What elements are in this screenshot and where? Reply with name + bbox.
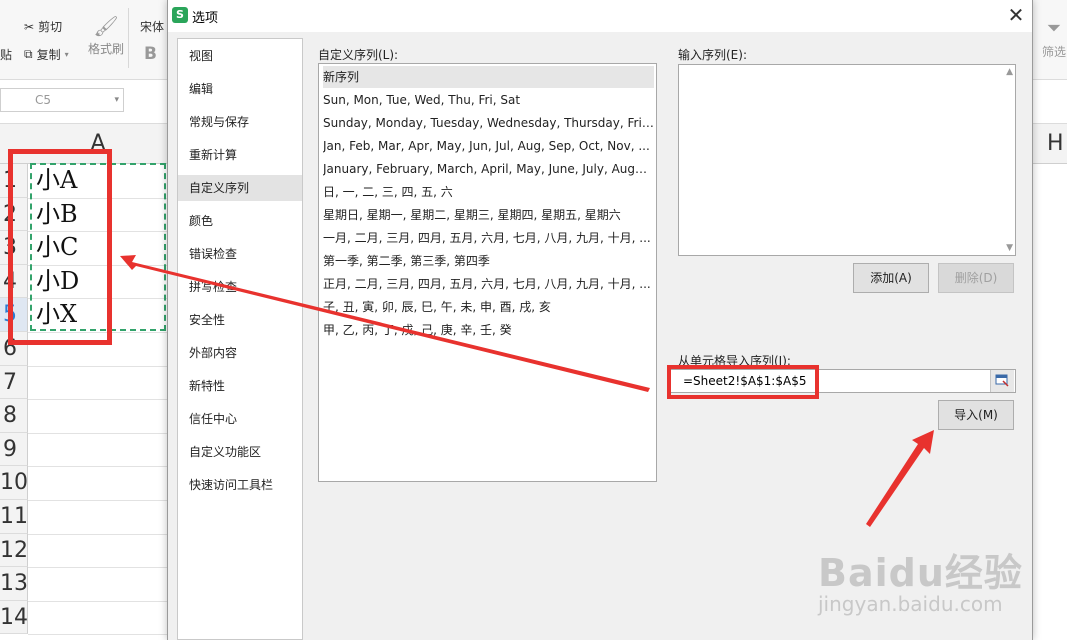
dialog-titlebar: S 选项 ✕: [168, 0, 1032, 32]
nav-item-custom-lists[interactable]: 自定义序列: [178, 175, 302, 201]
watermark-logo: Baidu经验: [818, 551, 1023, 595]
delete-button[interactable]: 删除(D): [938, 263, 1014, 293]
row-header[interactable]: 7: [0, 365, 28, 400]
dialog-title: 选项: [192, 11, 219, 26]
list-item[interactable]: 新序列: [323, 66, 654, 88]
close-icon: ✕: [1007, 3, 1025, 27]
gridline: [28, 365, 168, 367]
format-painter-label: 格式刷: [88, 42, 125, 56]
nav-item-trust-center[interactable]: 信任中心: [178, 406, 302, 432]
list-item[interactable]: 正月, 二月, 三月, 四月, 五月, 六月, 七月, 八月, 九月, 十月, …: [323, 273, 654, 295]
column-h-label: H: [1047, 131, 1064, 156]
annotation-box-cells: [8, 149, 112, 345]
cut-button[interactable]: ✂ 剪切: [24, 18, 62, 35]
bold-button[interactable]: B: [144, 44, 157, 64]
nav-item-spell-check[interactable]: 拼写检查: [178, 274, 302, 300]
list-item[interactable]: 星期日, 星期一, 星期二, 星期三, 星期四, 星期五, 星期六: [323, 204, 654, 226]
nav-item-customize-ribbon[interactable]: 自定义功能区: [178, 439, 302, 465]
copy-icon: ⧉: [24, 47, 33, 61]
gridline: [28, 500, 168, 501]
scroll-up-icon[interactable]: ▲: [1006, 67, 1013, 77]
nav-item-new-features[interactable]: 新特性: [178, 373, 302, 399]
row-header[interactable]: 9: [0, 432, 28, 467]
paste-fragment[interactable]: 贴: [0, 46, 12, 63]
gridline: [28, 600, 168, 602]
close-button[interactable]: ✕: [1004, 3, 1028, 27]
nav-item-error-check[interactable]: 错误检查: [178, 241, 302, 267]
list-item[interactable]: Sun, Mon, Tue, Wed, Thu, Fri, Sat: [323, 89, 654, 111]
filter-button[interactable]: ⏷ 筛选: [1042, 18, 1066, 60]
scissors-icon: ✂: [24, 19, 35, 34]
wps-app-icon: S: [172, 7, 188, 23]
annotation-box-input: [667, 365, 819, 399]
range-picker-button[interactable]: [990, 370, 1014, 392]
font-name-box[interactable]: 宋体: [140, 18, 164, 35]
list-item[interactable]: 日, 一, 二, 三, 四, 五, 六: [323, 181, 654, 203]
list-item[interactable]: Jan, Feb, Mar, Apr, May, Jun, Jul, Aug, …: [323, 135, 654, 157]
font-name: 宋体: [140, 20, 165, 34]
copy-button[interactable]: ⧉ 复制 ▾: [24, 46, 69, 63]
list-item[interactable]: 一月, 二月, 三月, 四月, 五月, 六月, 七月, 八月, 九月, 十月, …: [323, 227, 654, 249]
list-item[interactable]: 第一季, 第二季, 第三季, 第四季: [323, 250, 654, 272]
chevron-down-icon: ▾: [64, 50, 69, 59]
gridline: [28, 533, 168, 535]
format-painter-button[interactable]: 🖌 格式刷: [88, 14, 124, 57]
import-button[interactable]: 导入(M): [938, 400, 1014, 430]
scroll-down-icon[interactable]: ▼: [1006, 243, 1013, 253]
custom-lists-label: 自定义序列(L):: [318, 48, 399, 62]
row-header[interactable]: 8: [0, 399, 28, 433]
brush-icon: 🖌: [93, 14, 119, 38]
nav-item-view[interactable]: 视图: [178, 43, 302, 69]
add-button[interactable]: 添加(A): [853, 263, 929, 293]
nav-item-external[interactable]: 外部内容: [178, 340, 302, 366]
ribbon-divider: [128, 8, 129, 68]
name-box[interactable]: C5 ▾: [0, 88, 124, 112]
row-header[interactable]: 11: [0, 500, 28, 534]
filter-label: 筛选: [1042, 45, 1067, 59]
nav-item-general-save[interactable]: 常规与保存: [178, 109, 302, 135]
name-box-value: C5: [35, 93, 52, 107]
gridline: [28, 432, 168, 434]
copy-label: 复制: [36, 48, 61, 62]
list-item[interactable]: January, February, March, April, May, Ju…: [323, 158, 654, 180]
nav-item-color[interactable]: 颜色: [178, 208, 302, 234]
gridline: [28, 399, 168, 401]
row-header[interactable]: 14: [0, 600, 28, 635]
row-header[interactable]: 12: [0, 533, 28, 568]
nav-item-quick-access[interactable]: 快速访问工具栏: [178, 472, 302, 498]
gridline: [28, 466, 168, 468]
paste-label: 贴: [0, 48, 13, 62]
chevron-down-icon: ▾: [114, 95, 119, 105]
bold-icon: B: [144, 44, 157, 64]
nav-item-recalculate[interactable]: 重新计算: [178, 142, 302, 168]
nav-item-security[interactable]: 安全性: [178, 307, 302, 333]
nav-item-edit[interactable]: 编辑: [178, 76, 302, 102]
list-entries-textarea[interactable]: ▲ ▼: [678, 64, 1016, 256]
row-header[interactable]: 13: [0, 567, 28, 601]
cut-label: 剪切: [38, 20, 63, 34]
custom-lists-listbox[interactable]: 新序列 Sun, Mon, Tue, Wed, Thu, Fri, Sat Su…: [318, 63, 657, 482]
column-header-h[interactable]: H: [1033, 124, 1067, 164]
list-item[interactable]: 甲, 乙, 丙, 丁, 戊, 己, 庚, 辛, 壬, 癸: [323, 319, 654, 341]
entries-label: 输入序列(E):: [678, 48, 747, 62]
list-item[interactable]: 子, 丑, 寅, 卯, 辰, 巳, 午, 未, 申, 酉, 戌, 亥: [323, 296, 654, 318]
range-picker-icon: [995, 374, 1009, 387]
gridline: [28, 634, 168, 636]
row-header[interactable]: 10: [0, 466, 28, 500]
options-nav: 视图 编辑 常规与保存 重新计算 自定义序列 颜色 错误检查 拼写检查 安全性 …: [177, 38, 303, 640]
list-item[interactable]: Sunday, Monday, Tuesday, Wednesday, Thur…: [323, 112, 654, 134]
gridline: [28, 567, 168, 569]
funnel-icon: ⏷: [1046, 18, 1062, 39]
watermark-url: jingyan.baidu.com: [818, 592, 1003, 616]
